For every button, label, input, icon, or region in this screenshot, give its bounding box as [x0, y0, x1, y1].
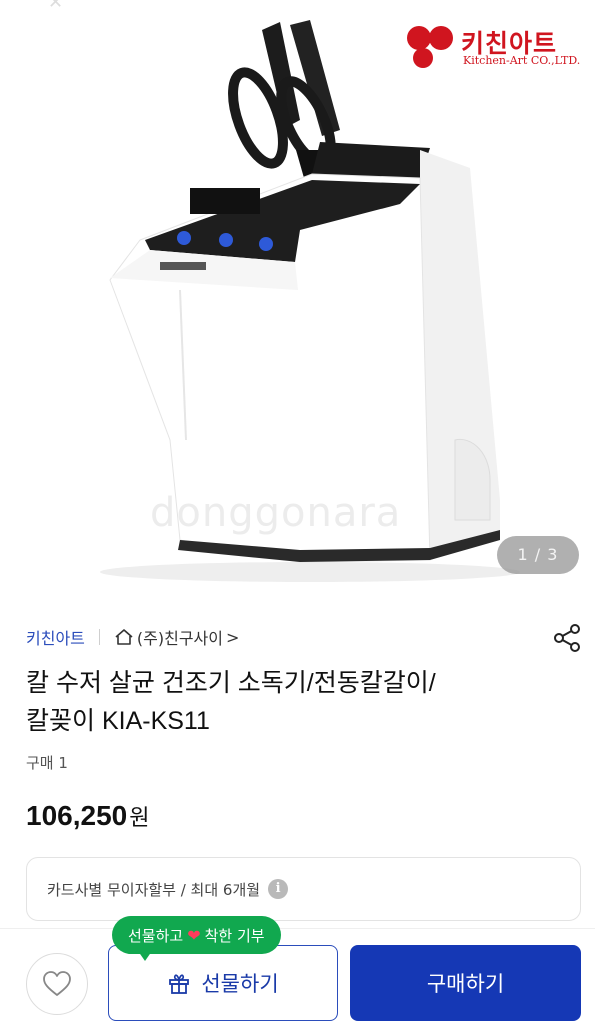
divider: [98, 629, 100, 645]
chevron-right-icon: >: [225, 627, 240, 647]
buy-button-label: 구매하기: [426, 972, 505, 996]
price-value: 106,250: [26, 800, 128, 831]
seller-link[interactable]: 키친아트: [26, 625, 85, 649]
image-page-indicator: 1 / 3: [497, 536, 579, 574]
tooltip-tail: [138, 951, 152, 961]
store-name: (주)친구사이: [136, 629, 223, 648]
buy-button[interactable]: 구매하기: [350, 945, 581, 1021]
wishlist-button[interactable]: [26, 953, 88, 1015]
gift-donation-tooltip[interactable]: 선물하고 ❤ 착한 기부: [112, 916, 281, 954]
seller-row: 키친아트 (주)친구사이 >: [26, 622, 586, 652]
brand-logo-english: Kitchen-Art CO.,LTD.: [463, 54, 581, 67]
brand-logo: 키친아트 Kitchen-Art CO.,LTD.: [405, 24, 581, 74]
product-title: 칼 수저 살균 건조기 소독기/전동칼갈이/ 칼꽂이 KIA-KS11: [26, 664, 566, 740]
heart-outline-icon: [43, 971, 71, 996]
heart-icon: ❤: [187, 925, 201, 945]
brand-mark-icon: [407, 26, 453, 68]
product-title-line1: 칼 수저 살균 건조기 소독기/전동칼갈이/: [26, 669, 436, 697]
info-icon[interactable]: i: [268, 879, 289, 899]
price: 106,250 원: [26, 800, 149, 832]
tooltip-text-right: 착한 기부: [204, 926, 265, 945]
installment-info-box[interactable]: 카드사별 무이자할부 / 최대 6개월 i: [26, 857, 581, 921]
gift-button-label: 선물하기: [201, 972, 279, 996]
product-image-gallery[interactable]: ✕ 키친아트 Kitchen-Art CO.,LTD. donggonara 1…: [0, 0, 595, 598]
product-title-line2: 칼꽂이 KIA-KS11: [26, 707, 210, 735]
tooltip-text-left: 선물하고: [128, 926, 184, 945]
share-icon[interactable]: [551, 622, 583, 654]
installment-text: 카드사별 무이자할부 / 최대 6개월: [47, 880, 261, 899]
bottom-action-bar: 선물하기 구매하기: [0, 928, 595, 1024]
store-link[interactable]: (주)친구사이 >: [114, 625, 240, 649]
gift-icon: [169, 974, 190, 994]
home-icon: [115, 629, 133, 645]
price-currency: 원: [129, 806, 150, 831]
purchase-count: 구매 1: [26, 754, 68, 772]
watermark: donggonara: [150, 490, 402, 536]
